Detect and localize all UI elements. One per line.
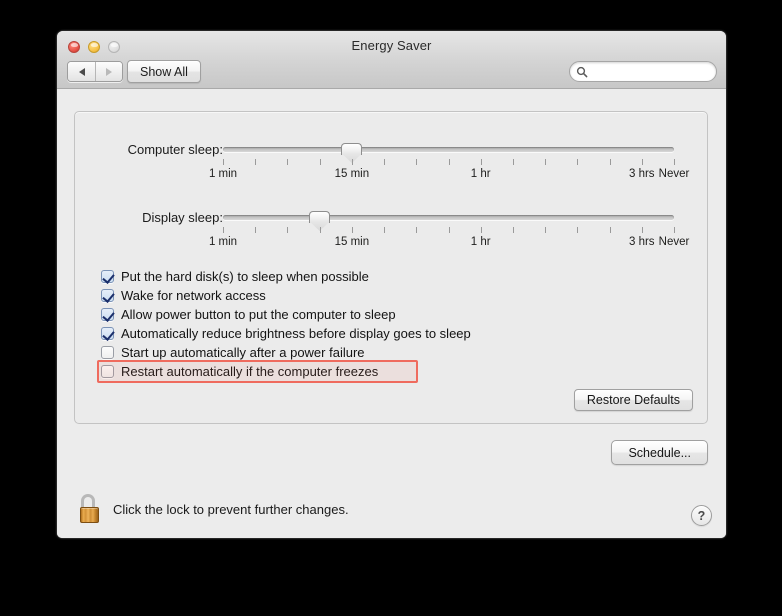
forward-button [95, 62, 122, 81]
checkbox-4[interactable] [101, 346, 114, 359]
slider-tick [255, 159, 257, 165]
slider-tick-label: Never [658, 236, 690, 248]
computer-sleep-tick-labels: 1 min 15 min 1 hr 3 hrs Never [209, 168, 689, 182]
slider-tick-label: 3 hrs [628, 236, 655, 248]
slider-tick [448, 159, 450, 165]
slider-tick [223, 159, 224, 165]
search-field[interactable] [569, 61, 717, 82]
schedule-button[interactable]: Schedule... [611, 440, 708, 465]
computer-sleep-ticks [223, 159, 675, 166]
slider-tick [416, 227, 418, 233]
schedule-label: Schedule... [628, 445, 691, 460]
slider-tick [351, 227, 353, 233]
computer-sleep-label: Computer sleep: [127, 142, 223, 157]
display-sleep-tick-labels: 1 min 15 min 1 hr 3 hrs Never [209, 236, 689, 250]
checkbox-2[interactable] [101, 308, 114, 321]
slider-tick [319, 159, 321, 165]
slider-tick [609, 227, 611, 233]
slider-tick-label: 15 min [334, 168, 370, 180]
checkbox-5[interactable] [101, 365, 114, 378]
checkbox-label: Restart automatically if the computer fr… [121, 364, 379, 379]
settings-panel: Computer sleep: 1 min 15 min 1 hr 3 hrs Neve… [74, 111, 708, 424]
checkbox-row[interactable]: Put the hard disk(s) to sleep when possi… [101, 267, 471, 286]
slider-tick-label: 1 min [208, 168, 238, 180]
slider-tick-label: 1 hr [470, 236, 491, 248]
slider-tick [609, 159, 611, 165]
slider-tick [287, 227, 289, 233]
slider-tick [545, 227, 547, 233]
display-sleep-thumb[interactable] [309, 211, 331, 232]
restore-defaults-label: Restore Defaults [586, 393, 680, 407]
slider-tick [480, 159, 482, 165]
search-input[interactable] [591, 64, 701, 79]
options-checkbox-list: Put the hard disk(s) to sleep when possi… [97, 267, 471, 383]
slider-tick [577, 159, 579, 165]
window-body: Computer sleep: 1 min 15 min 1 hr 3 hrs Neve… [57, 89, 726, 538]
slider-tick [512, 159, 514, 165]
slider-tick [319, 227, 321, 233]
show-all-label: Show All [140, 64, 188, 79]
slider-tick-label: 3 hrs [628, 168, 655, 180]
back-button[interactable] [68, 62, 95, 81]
slider-tick [223, 227, 224, 233]
checkbox-row[interactable]: Restart automatically if the computer fr… [97, 360, 471, 383]
navigation-segmented-control [67, 61, 123, 82]
checkbox-label: Allow power button to put the computer t… [121, 307, 396, 322]
slider-tick [641, 159, 643, 165]
slider-tick [287, 159, 289, 165]
display-sleep-slider[interactable] [223, 211, 674, 232]
checkbox-label: Put the hard disk(s) to sleep when possi… [121, 269, 369, 284]
restore-defaults-button[interactable]: Restore Defaults [573, 389, 693, 411]
energy-saver-window: Energy Saver Show All Computer sleep: 1 … [57, 31, 726, 538]
slider-tick-label: 15 min [334, 236, 370, 248]
checkbox-label: Start up automatically after a power fai… [121, 345, 365, 360]
help-label: ? [697, 508, 706, 523]
checkbox-row[interactable]: Allow power button to put the computer t… [101, 305, 471, 324]
slider-tick [545, 159, 547, 165]
search-icon [576, 66, 588, 77]
checkbox-label: Automatically reduce brightness before d… [121, 326, 471, 341]
slider-tick [384, 159, 386, 165]
computer-sleep-slider[interactable] [223, 143, 674, 164]
page-title: Energy Saver [351, 38, 432, 53]
slider-tick [480, 227, 482, 233]
checkbox-row[interactable]: Start up automatically after a power fai… [101, 343, 471, 362]
lock-hint-text: Click the lock to prevent further change… [113, 501, 349, 517]
slider-tick [448, 227, 450, 233]
help-button[interactable]: ? [691, 505, 712, 526]
open-padlock-icon[interactable] [79, 494, 103, 524]
display-sleep-ticks [223, 227, 675, 234]
slider-tick [674, 159, 675, 165]
slider-tick [255, 227, 257, 233]
computer-sleep-thumb[interactable] [341, 143, 363, 164]
checkbox-label: Wake for network access [121, 288, 266, 303]
slider-tick [641, 227, 643, 233]
checkbox-row[interactable]: Wake for network access [101, 286, 471, 305]
display-sleep-label: Display sleep: [142, 210, 223, 225]
slider-tick-label: Never [658, 168, 690, 180]
slider-tick [674, 227, 675, 233]
slider-tick-label: 1 min [208, 236, 238, 248]
slider-tick-label: 1 hr [470, 168, 491, 180]
checkbox-1[interactable] [101, 289, 114, 302]
slider-tick [351, 159, 353, 165]
slider-tick [577, 227, 579, 233]
checkbox-row[interactable]: Automatically reduce brightness before d… [101, 324, 471, 343]
lock-row: Click the lock to prevent further change… [79, 494, 349, 524]
window-titlebar: Energy Saver Show All [57, 31, 726, 89]
slider-tick [416, 159, 418, 165]
slider-tick [512, 227, 514, 233]
show-all-button[interactable]: Show All [127, 60, 201, 83]
checkbox-3[interactable] [101, 327, 114, 340]
slider-tick [384, 227, 386, 233]
chevron-left-icon [78, 67, 85, 76]
checkbox-0[interactable] [101, 270, 114, 283]
chevron-right-icon [106, 67, 112, 76]
